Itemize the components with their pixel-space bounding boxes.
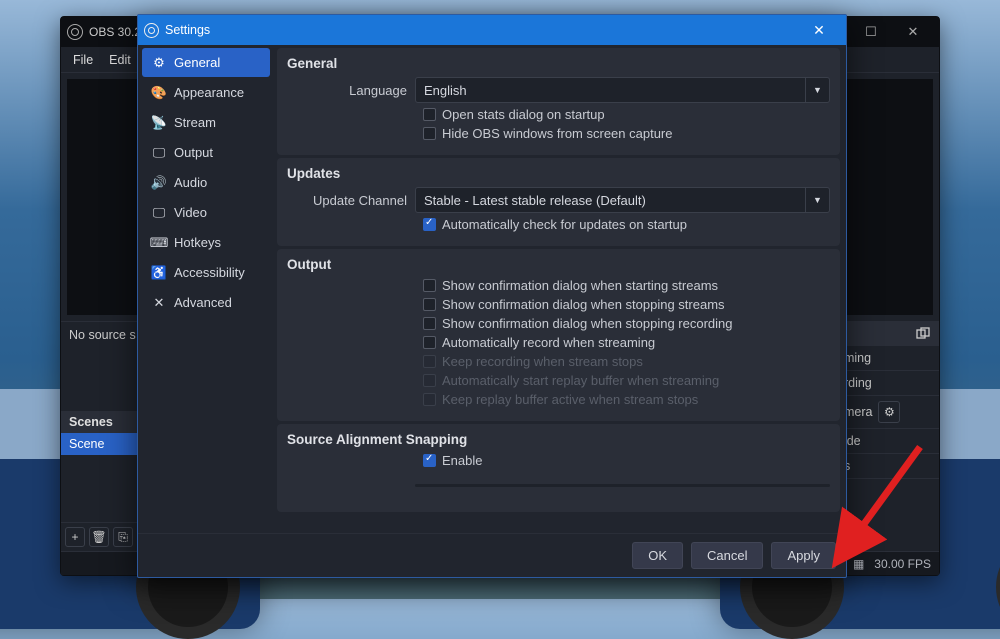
sidebar-item-appearance[interactable]: 🎨 Appearance — [142, 78, 270, 107]
output-option-2[interactable]: Show confirmation dialog when stopping r… — [423, 316, 830, 331]
output-option-1[interactable]: Show confirmation dialog when stopping s… — [423, 297, 830, 312]
checkbox-label: Keep recording when stream stops — [442, 354, 643, 369]
output-option-4: Keep recording when stream stops — [423, 354, 830, 369]
close-button[interactable]: ✕ — [893, 17, 933, 47]
update-channel-label: Update Channel — [287, 193, 415, 208]
section-heading: Source Alignment Snapping — [287, 432, 830, 447]
checkbox-icon — [423, 279, 436, 292]
status-fps: 30.00 FPS — [874, 557, 931, 571]
sidebar-item-appearance-icon: 🎨 — [152, 86, 166, 100]
checkbox-label: Automatically record when streaming — [442, 335, 655, 350]
sidebar-item-hotkeys[interactable]: ⌨ Hotkeys — [142, 228, 270, 257]
settings-titlebar: Settings ✕ — [138, 15, 846, 45]
gear-icon[interactable]: ⚙ — [878, 401, 900, 423]
sidebar-item-label: Output — [174, 145, 213, 160]
sidebar-item-accessibility-icon: ♿ — [152, 266, 166, 280]
open-stats-checkbox[interactable]: Open stats dialog on startup — [423, 107, 830, 122]
settings-close-button[interactable]: ✕ — [798, 15, 840, 45]
sidebar-item-advanced[interactable]: ✕ Advanced — [142, 288, 270, 317]
sidebar-item-stream-icon: 📡 — [152, 116, 166, 130]
sidebar-item-hotkeys-icon: ⌨ — [152, 236, 166, 250]
output-option-3[interactable]: Automatically record when streaming — [423, 335, 830, 350]
hide-windows-checkbox[interactable]: Hide OBS windows from screen capture — [423, 126, 830, 141]
language-select[interactable]: English ▼ — [415, 77, 830, 103]
output-option-6: Keep replay buffer active when stream st… — [423, 392, 830, 407]
checkbox-icon — [423, 298, 436, 311]
sidebar-item-label: Stream — [174, 115, 216, 130]
section-snapping: Source Alignment Snapping Enable — [277, 424, 840, 512]
checkbox-label: Show confirmation dialog when stopping r… — [442, 316, 733, 331]
snapping-enable-checkbox[interactable]: Enable — [423, 453, 830, 468]
delete-scene-button[interactable]: 🗑 — [89, 527, 109, 547]
sidebar-item-audio[interactable]: 🔊 Audio — [142, 168, 270, 197]
cancel-button[interactable]: Cancel — [691, 542, 763, 569]
obs-logo-icon — [144, 23, 159, 38]
section-updates: Updates Update Channel Stable - Latest s… — [277, 158, 840, 246]
ok-button[interactable]: OK — [632, 542, 683, 569]
section-output: Output Show confirmation dialog when sta… — [277, 249, 840, 421]
popout-icon[interactable] — [915, 326, 931, 342]
sidebar-item-output-icon: 🖵 — [152, 146, 166, 160]
checkbox-label: Keep replay buffer active when stream st… — [442, 392, 698, 407]
sidebar-item-label: Accessibility — [174, 265, 245, 280]
menu-file[interactable]: File — [67, 50, 99, 70]
section-general: General Language English ▼ Open stats di… — [277, 48, 840, 155]
checkbox-icon — [423, 336, 436, 349]
main-title-text: OBS 30.2 — [89, 25, 141, 39]
sidebar-item-advanced-icon: ✕ — [152, 296, 166, 310]
section-heading: Updates — [287, 166, 830, 181]
sidebar-item-video[interactable]: 🖵 Video — [142, 198, 270, 227]
sidebar-item-label: Appearance — [174, 85, 244, 100]
update-channel-select[interactable]: Stable - Latest stable release (Default)… — [415, 187, 830, 213]
checkbox-icon — [423, 393, 436, 406]
output-option-5: Automatically start replay buffer when s… — [423, 373, 830, 388]
add-scene-button[interactable]: + — [65, 527, 85, 547]
sidebar-item-label: Video — [174, 205, 207, 220]
sidebar-item-general-icon: ⚙ — [152, 56, 166, 70]
maximize-button[interactable]: ☐ — [851, 17, 891, 47]
chevron-down-icon: ▼ — [805, 188, 829, 212]
sidebar-item-general[interactable]: ⚙ General — [142, 48, 270, 77]
sidebar-item-audio-icon: 🔊 — [152, 176, 166, 190]
apply-button[interactable]: Apply — [771, 542, 836, 569]
sidebar-item-label: General — [174, 55, 220, 70]
sidebar-item-output[interactable]: 🖵 Output — [142, 138, 270, 167]
chevron-down-icon: ▼ — [805, 78, 829, 102]
sidebar-item-accessibility[interactable]: ♿ Accessibility — [142, 258, 270, 287]
dialog-footer: OK Cancel Apply — [138, 533, 846, 577]
stats-icon: ▦ — [853, 557, 864, 571]
checkbox-label: Show confirmation dialog when stopping s… — [442, 297, 725, 312]
section-heading: General — [287, 56, 830, 71]
settings-scroll-area[interactable]: General Language English ▼ Open stats di… — [274, 45, 846, 533]
language-label: Language — [287, 83, 415, 98]
scene-filter-button[interactable]: ⎘ — [113, 527, 133, 547]
checkbox-icon — [423, 374, 436, 387]
section-heading: Output — [287, 257, 830, 272]
menu-edit[interactable]: Edit — [103, 50, 137, 70]
sidebar-item-label: Advanced — [174, 295, 232, 310]
settings-title-text: Settings — [165, 23, 210, 37]
output-option-0[interactable]: Show confirmation dialog when starting s… — [423, 278, 830, 293]
checkbox-icon — [423, 355, 436, 368]
auto-check-updates-checkbox[interactable]: Automatically check for updates on start… — [423, 217, 830, 232]
checkbox-label: Show confirmation dialog when starting s… — [442, 278, 718, 293]
settings-dialog: Settings ✕ ⚙ General 🎨 Appearance 📡 Stream 🖵 Ou… — [137, 14, 847, 578]
sidebar-item-label: Hotkeys — [174, 235, 221, 250]
sidebar-item-stream[interactable]: 📡 Stream — [142, 108, 270, 137]
sidebar-item-video-icon: 🖵 — [152, 206, 166, 220]
checkbox-icon — [423, 317, 436, 330]
sidebar-item-label: Audio — [174, 175, 207, 190]
obs-logo-icon — [67, 24, 83, 40]
settings-sidebar: ⚙ General 🎨 Appearance 📡 Stream 🖵 Output 🔊 Audio 🖵… — [138, 45, 274, 533]
checkbox-label: Automatically start replay buffer when s… — [442, 373, 719, 388]
